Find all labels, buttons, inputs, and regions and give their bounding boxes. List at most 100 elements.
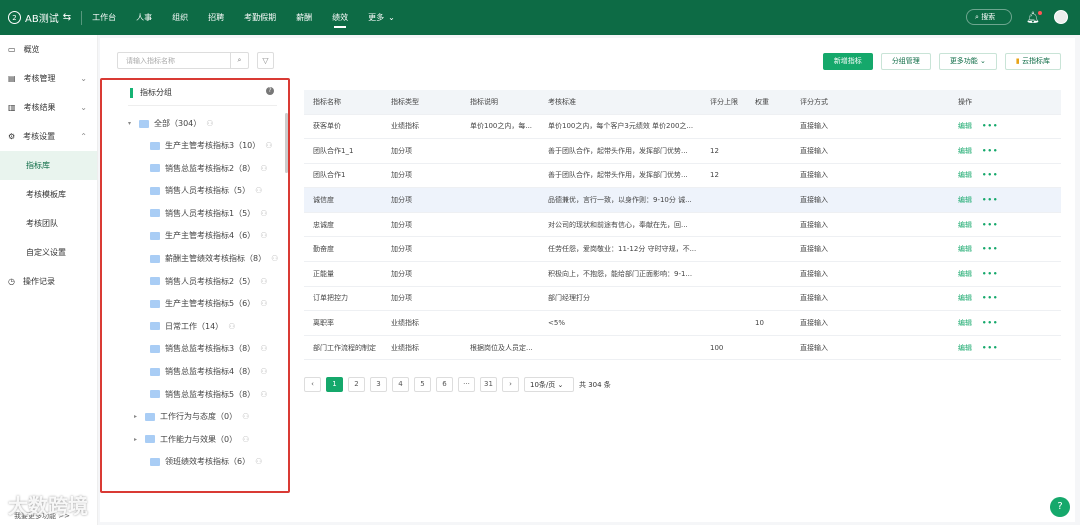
sidebar-item-manage[interactable]: ▤ 考核管理 ⌄ bbox=[0, 64, 97, 93]
more-functions-button[interactable]: 更多功能 ⌄ bbox=[938, 53, 997, 70]
sidebar-item-teams[interactable]: 考核团队 bbox=[0, 209, 97, 238]
caret-right-icon[interactable]: ▸ bbox=[134, 436, 140, 443]
tree-node[interactable]: 生产主管考核指标3（10） ⚇ bbox=[139, 140, 272, 151]
edit-link[interactable]: 编辑 bbox=[958, 294, 972, 302]
edit-link[interactable]: 编辑 bbox=[958, 270, 972, 278]
tree-node[interactable]: ▸ 工作能力与效果（0） ⚇ bbox=[134, 434, 249, 445]
search-icon[interactable]: ⌕ bbox=[230, 53, 248, 68]
page-button[interactable]: 4 bbox=[392, 377, 409, 392]
top-bar: 2 AB测试 ⇆ 工作台 人事 组织 招聘 考勤假期 薪酬 绩效 更多 ⌄ ⌕ 搜索 🔔︎ bbox=[0, 0, 1080, 35]
tree-node[interactable]: 销售总监考核指标5（8） ⚇ bbox=[139, 389, 267, 400]
global-search[interactable]: ⌕ 搜索 bbox=[966, 9, 1013, 25]
search-input[interactable]: 请输入指标名称 ⌕ bbox=[117, 52, 249, 69]
app-switcher[interactable]: 2 AB测试 ⇆ bbox=[8, 10, 83, 25]
table-cell: 加分项 bbox=[382, 163, 461, 189]
sidebar-item-settings[interactable]: ⚙ 考核设置 ⌃ bbox=[0, 122, 97, 151]
user-icon: ⚇ bbox=[260, 231, 268, 241]
nav-item[interactable]: 招聘 bbox=[208, 0, 224, 35]
edit-link[interactable]: 编辑 bbox=[958, 122, 972, 130]
nav-item[interactable]: 薪酬 bbox=[296, 0, 312, 35]
prev-page-button[interactable]: ‹ bbox=[304, 377, 321, 392]
more-icon[interactable]: ••• bbox=[982, 196, 998, 204]
help-button[interactable]: ? bbox=[1050, 497, 1070, 517]
table-cell bbox=[746, 261, 791, 287]
edit-link[interactable]: 编辑 bbox=[958, 319, 972, 327]
table-row[interactable]: 正能量 加分项 积极向上，不抱怨，能给部门正面影响：9-1... 直接输入 编辑 ••• bbox=[304, 261, 1061, 287]
table-row[interactable]: 勤奋度 加分项 任劳任怨，爱岗敬业：11-12分 守时守规，不... 直接输入 编辑 ••… bbox=[304, 236, 1061, 263]
tree-node[interactable]: 领班绩效考核指标（6） ⚇ bbox=[139, 456, 262, 467]
more-icon[interactable]: ••• bbox=[982, 270, 998, 278]
page-button[interactable]: 2 bbox=[348, 377, 365, 392]
table-row[interactable]: 离职率 业绩指标 <5% 10 直接输入 编辑 ••• bbox=[304, 310, 1061, 336]
tree-node[interactable]: ▾ 全部（304） ⚇ bbox=[128, 118, 213, 129]
table-cell bbox=[746, 212, 791, 238]
edit-link[interactable]: 编辑 bbox=[958, 171, 972, 179]
help-icon[interactable]: ? bbox=[266, 87, 274, 95]
tree-node[interactable]: 销售人员考核指标1（5） ⚇ bbox=[139, 208, 267, 219]
page-size-select[interactable]: 10条/页 ⌄ bbox=[524, 377, 574, 392]
table-cell bbox=[461, 261, 539, 287]
page-button[interactable]: 3 bbox=[370, 377, 387, 392]
next-page-button[interactable]: › bbox=[502, 377, 519, 392]
more-icon[interactable]: ••• bbox=[982, 319, 998, 327]
table-row[interactable]: 获客单价 业绩指标 单价100之内，每... 单价100之内，每个客户3元绩效 单价2… bbox=[304, 114, 1061, 140]
page-button[interactable]: 1 bbox=[326, 377, 343, 392]
table-cell: 对公司的现状和前途有信心，奉献在先，回... bbox=[539, 212, 701, 238]
page-button[interactable]: ··· bbox=[458, 377, 475, 392]
page-button[interactable]: 5 bbox=[414, 377, 431, 392]
page-button[interactable]: 31 bbox=[480, 377, 497, 392]
table-row[interactable]: 团队合作1_1 加分项 善于团队合作，起带头作用，发挥部门优势... 12 直接输入 编辑… bbox=[304, 138, 1061, 164]
tree-node[interactable]: 销售人员考核指标（5） ⚇ bbox=[139, 185, 262, 196]
sidebar-item-results[interactable]: ▥ 考核结果 ⌄ bbox=[0, 93, 97, 122]
sidebar-item-library[interactable]: 指标库 bbox=[0, 151, 97, 180]
table-row[interactable]: 诚信度 加分项 品德兼优，言行一致，以身作则：9-10分 诚... 直接输入 编辑 ••• bbox=[304, 187, 1061, 213]
folder-icon bbox=[150, 457, 160, 466]
more-icon[interactable]: ••• bbox=[982, 147, 998, 155]
table-row[interactable]: 团队合作1 加分项 善于团队合作，起带头作用，发挥部门优势... 12 直接输入 编辑 ••… bbox=[304, 163, 1061, 189]
more-icon[interactable]: ••• bbox=[982, 221, 998, 229]
nav-item[interactable]: 组织 bbox=[172, 0, 188, 35]
tree-node[interactable]: 销售总监考核指标2（8） ⚇ bbox=[139, 163, 267, 174]
caret-right-icon[interactable]: ▸ bbox=[134, 413, 140, 420]
table-row[interactable]: 忠诚度 加分项 对公司的现状和前途有信心，奉献在先，回... 直接输入 编辑 ••• bbox=[304, 212, 1061, 238]
tree-node[interactable]: 生产主管考核指标5（6） ⚇ bbox=[139, 298, 267, 309]
table-row[interactable]: 部门工作流程的制定 业绩指标 根据岗位及人员定... 100 直接输入 编辑 ••• bbox=[304, 335, 1061, 361]
tree-node[interactable]: 销售人员考核指标2（5） ⚇ bbox=[139, 276, 267, 287]
tree-node[interactable]: 生产主管考核指标4（6） ⚇ bbox=[139, 230, 267, 241]
tree-node[interactable]: 销售总监考核指标4（8） ⚇ bbox=[139, 366, 267, 377]
edit-link[interactable]: 编辑 bbox=[958, 147, 972, 155]
table-cell: 直接输入 bbox=[791, 138, 949, 164]
avatar[interactable] bbox=[1054, 10, 1068, 24]
cloud-library-button[interactable]: ▮ 云指标库 bbox=[1004, 53, 1061, 70]
more-icon[interactable]: ••• bbox=[982, 245, 998, 253]
sidebar-item-custom[interactable]: 自定义设置 bbox=[0, 238, 97, 267]
nav-item[interactable]: 工作台 bbox=[92, 0, 116, 35]
sidebar-item-overview[interactable]: ▭ 概览 bbox=[0, 35, 97, 64]
edit-link[interactable]: 编辑 bbox=[958, 221, 972, 229]
tree-node[interactable]: ▸ 工作行为与态度（0） ⚇ bbox=[134, 411, 249, 422]
sidebar-item-log[interactable]: ◷ 操作记录 bbox=[0, 267, 97, 296]
more-icon[interactable]: ••• bbox=[982, 122, 998, 130]
nav-item[interactable]: 绩效 bbox=[332, 0, 348, 35]
group-manage-button[interactable]: 分组管理 bbox=[880, 53, 931, 70]
more-icon[interactable]: ••• bbox=[982, 344, 998, 352]
nav-item[interactable]: 更多 bbox=[368, 0, 384, 35]
nav-item[interactable]: 考勤假期 bbox=[244, 0, 276, 35]
more-icon[interactable]: ••• bbox=[982, 294, 998, 302]
bell-icon[interactable]: 🔔︎ bbox=[1026, 10, 1042, 24]
edit-link[interactable]: 编辑 bbox=[958, 245, 972, 253]
tree-node[interactable]: 日常工作（14） ⚇ bbox=[139, 321, 235, 332]
page-button[interactable]: 6 bbox=[436, 377, 453, 392]
sidebar-item-templates[interactable]: 考核模板库 bbox=[0, 180, 97, 209]
nav-item[interactable]: 人事 bbox=[136, 0, 152, 35]
tree-node[interactable]: 薪酬主管绩效考核指标（8） ⚇ bbox=[139, 253, 278, 264]
add-indicator-button[interactable]: 新增指标 bbox=[822, 53, 873, 70]
filter-icon[interactable]: ▽ bbox=[257, 52, 274, 69]
table-row[interactable]: 订单把控力 加分项 部门经理打分 直接输入 编辑 ••• bbox=[304, 286, 1061, 312]
more-icon[interactable]: ••• bbox=[982, 171, 998, 179]
tree-node[interactable]: 销售总监考核指标3（8） ⚇ bbox=[139, 343, 267, 354]
scrollbar[interactable] bbox=[285, 113, 288, 173]
edit-link[interactable]: 编辑 bbox=[958, 196, 972, 204]
caret-down-icon[interactable]: ▾ bbox=[128, 120, 134, 127]
edit-link[interactable]: 编辑 bbox=[958, 344, 972, 352]
